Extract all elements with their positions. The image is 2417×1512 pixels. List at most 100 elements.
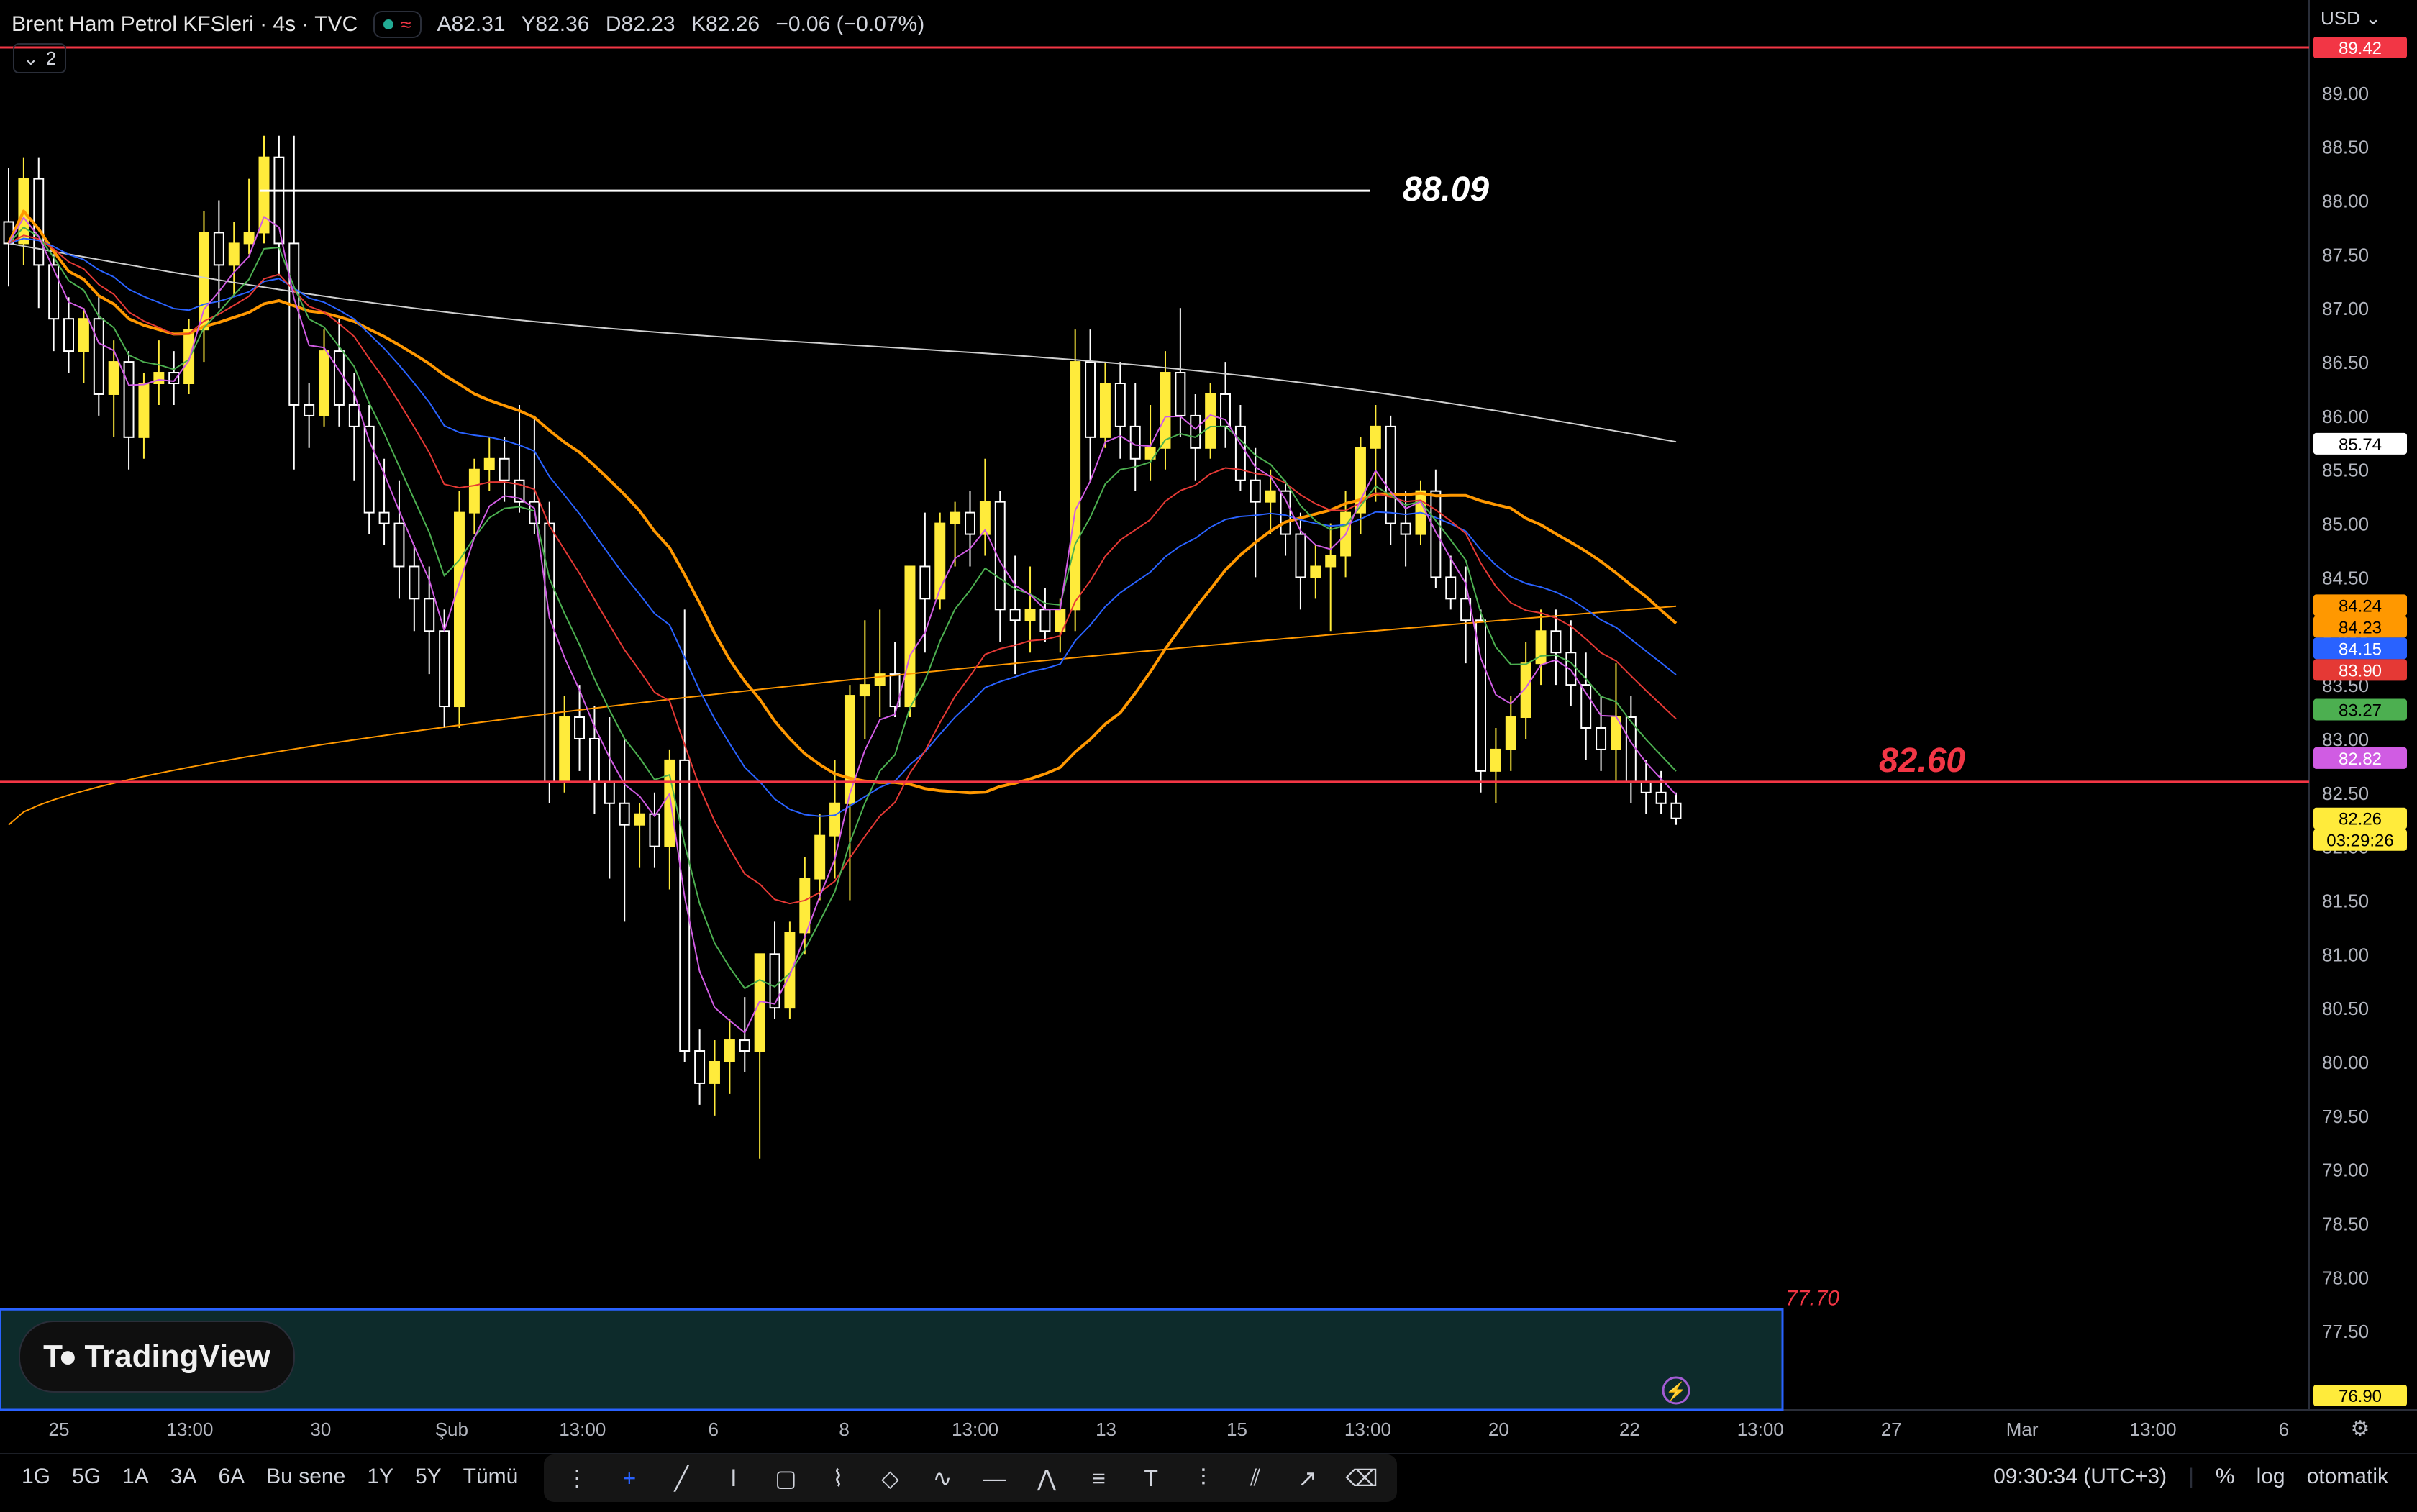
y-tick-label: 78.50 [2322,1213,2369,1235]
candle-bear [499,457,510,481]
clock[interactable]: 09:30:34 (UTC+3) [1993,1465,2167,1489]
fib-icon[interactable]: ≡ [1085,1463,1112,1493]
y-tick-label: 87.00 [2322,298,2369,319]
range-button[interactable]: 5G [72,1465,101,1489]
y-tick-label: 89.00 [2322,83,2369,104]
x-tick-label: 27 [1881,1418,1902,1440]
x-tick-label: 15 [1226,1418,1247,1440]
candle-bear [1280,490,1291,535]
candle-bear [1175,372,1186,416]
high-value: Y82.36 [521,12,590,36]
crosshair-icon[interactable]: + [616,1463,643,1493]
candle-bull [664,759,675,847]
range-button[interactable]: 5Y [415,1465,442,1489]
divider: | [2188,1465,2194,1488]
candle-bull [709,1060,720,1084]
candle-bull [799,878,811,934]
lightning-glyph: ⚡ [1665,1381,1687,1401]
range-button[interactable]: 1Y [367,1465,393,1489]
y-tick-label: 81.00 [2322,944,2369,965]
x-tick-label: 30 [310,1418,331,1440]
candle-bull [844,695,855,804]
candle-bull [634,813,645,826]
delay-wave-icon: ≈ [401,13,411,35]
range-button[interactable]: Bu sene [266,1465,345,1489]
range-button[interactable]: 3A [170,1465,197,1489]
market-status[interactable]: ≈ [373,11,422,38]
rectangle-icon[interactable]: ▢ [773,1463,799,1493]
range-button[interactable]: 1A [122,1465,149,1489]
hline-88-label: 88.09 [1403,170,1489,209]
ellipse-icon[interactable]: ◇ [877,1463,903,1493]
chevron-down-icon: ⌄ [2365,7,2381,29]
candle-bull [904,565,916,708]
candle-bear [694,1050,706,1084]
candle-bull [1160,372,1171,449]
candle-bull [1099,383,1111,438]
y-tick-label: 77.50 [2322,1321,2369,1342]
candle-bull [1070,361,1081,611]
y-tick-label: 78.00 [2322,1267,2369,1288]
eraser-icon[interactable]: ⌫ [1345,1463,1378,1493]
x-tick-label: 13:00 [166,1418,213,1440]
x-tick-label: 6 [708,1418,718,1440]
auto-scale-toggle[interactable]: otomatik [2307,1465,2388,1489]
candle-bull [228,242,240,266]
range-button[interactable]: 6A [218,1465,245,1489]
candle-bull [559,716,570,783]
tradingview-logo[interactable]: T● TradingView [19,1321,295,1393]
ma-green-line [8,227,1677,989]
more-icon[interactable]: ⋮ [564,1463,591,1493]
range-button[interactable]: Tümü [463,1465,519,1489]
price-label: 83.27 [2339,701,2382,721]
path-icon[interactable]: ⌇ [825,1463,852,1493]
candle-bull [1370,425,1381,449]
candle-bear [288,242,300,406]
x-tick-label: 13 [1096,1418,1116,1440]
horizontal-line-icon[interactable]: — [981,1463,1008,1493]
box-label: 77.70 [1785,1286,1839,1310]
text-cursor-icon[interactable]: Ⅰ [721,1463,747,1493]
zigzag-icon[interactable]: ⋀ [1034,1463,1060,1493]
candle-bull [483,457,495,470]
text-icon[interactable]: T [1138,1463,1165,1493]
currency-label: USD [2321,7,2360,29]
candle-bear [304,404,315,416]
x-tick-label: 13:00 [1344,1418,1391,1440]
symbol-title[interactable]: Brent Ham Petrol KFSleri · 4s · TVC [12,12,358,37]
candle-bear [1400,522,1411,535]
y-tick-label: 79.00 [2322,1160,2369,1181]
close-value: K82.26 [691,12,760,36]
candle-bull [1325,555,1337,568]
x-tick-label: 13:00 [1737,1418,1784,1440]
indicator-legend-toggle[interactable]: ⌄ 2 [13,43,67,73]
candle-bull [829,802,841,837]
x-tick-label: 25 [49,1418,70,1440]
trendline-icon[interactable]: ╱ [668,1463,695,1493]
ray-icon[interactable]: ↗ [1294,1463,1321,1493]
parallel-channel-icon[interactable]: ⫽ [1242,1463,1269,1493]
y-tick-label: 85.00 [2322,514,2369,535]
range-button[interactable]: 1G [22,1465,50,1489]
tradingview-mark-icon: T● [43,1339,78,1374]
y-tick-label: 86.50 [2322,352,2369,373]
price-chart[interactable]: 89.00 88.50 88.00 87.50 87.00 86.50 86.00 85.50… [0,0,2417,1511]
candle-bear [1430,490,1442,578]
currency-selector[interactable]: USD ⌄ [2321,7,2381,29]
candle-bear [1220,393,1231,427]
brush-icon[interactable]: ∿ [929,1463,956,1493]
drawing-toolbar: ⋮ + ╱ Ⅰ ▢ ⌇ ◇ ∿ — ⋀ ≡ T ⫶ ⫽ ↗ ⌫ [544,1454,1397,1502]
y-tick-label: 80.00 [2322,1052,2369,1073]
candle-bull [1024,609,1036,621]
log-toggle[interactable]: log [2257,1465,2285,1489]
candle-bear [1114,383,1126,427]
price-label: 84.23 [2339,618,2382,637]
percent-toggle[interactable]: % [2216,1465,2235,1489]
x-tick-label: Şub [435,1418,468,1440]
candle-bull [1490,748,1501,772]
candle-bear [604,780,615,804]
footer-right: 09:30:34 (UTC+3) | % log otomatik [1993,1465,2388,1489]
y-tick-label: 85.50 [2322,460,2369,481]
regression-icon[interactable]: ⫶ [1190,1463,1216,1493]
candle-bull [859,684,870,697]
